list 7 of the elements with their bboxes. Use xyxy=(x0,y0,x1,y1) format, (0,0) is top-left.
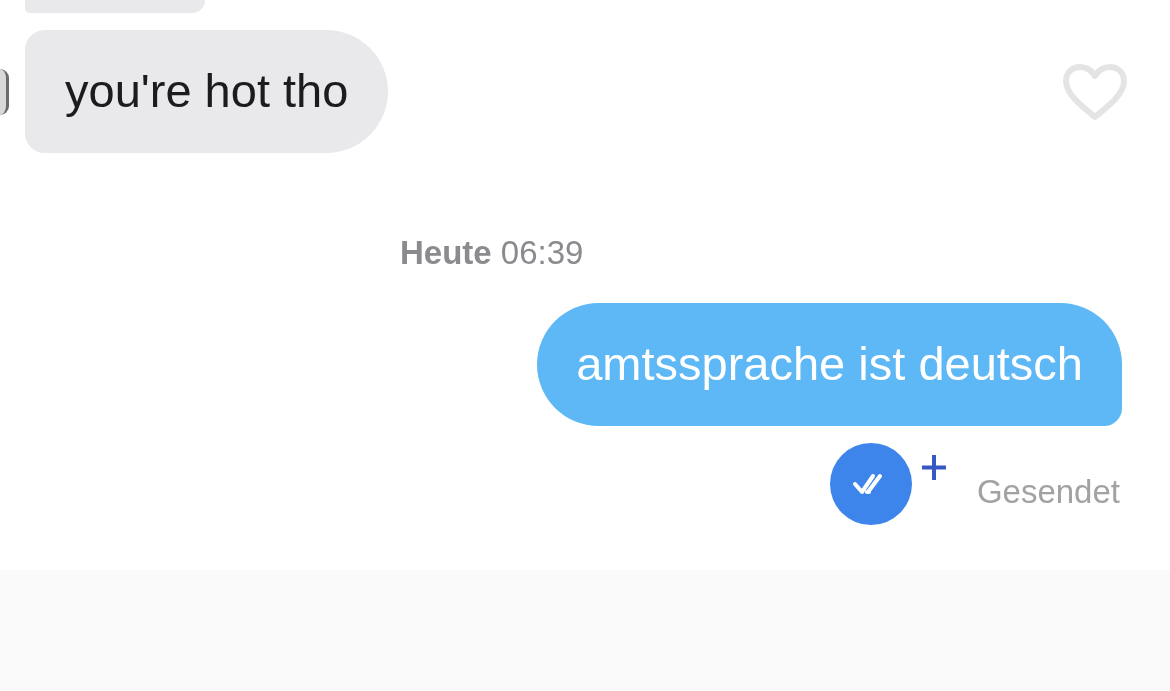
message-bubble: you're hot tho xyxy=(25,30,389,153)
timestamp: Heute 06:39 xyxy=(400,233,584,273)
delivery-status: Gesendet xyxy=(976,473,1120,511)
avatar xyxy=(0,68,9,115)
double-check-icon xyxy=(829,443,912,525)
message-bubble: amtssprache ist deutsch xyxy=(537,303,1122,426)
plus-icon[interactable] xyxy=(920,454,947,481)
